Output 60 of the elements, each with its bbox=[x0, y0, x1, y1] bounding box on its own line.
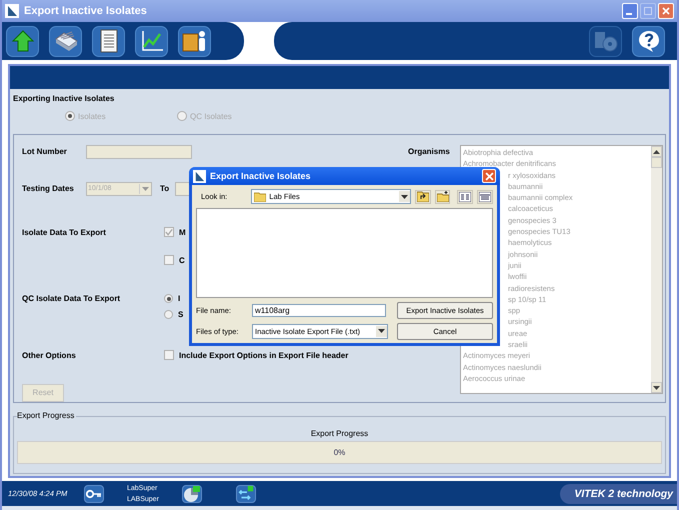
field-label: QC Isolate Data To Export bbox=[22, 294, 122, 304]
option-label: M bbox=[179, 228, 186, 236]
new-folder-icon bbox=[436, 191, 449, 202]
sync-button[interactable] bbox=[236, 484, 256, 502]
list-view-icon bbox=[459, 192, 472, 202]
folder-person-icon bbox=[182, 29, 208, 53]
option-label: I bbox=[178, 294, 180, 304]
disc-icon bbox=[592, 29, 618, 53]
key-icon bbox=[86, 488, 102, 498]
down-arrow-icon bbox=[653, 386, 660, 390]
caret-icon bbox=[142, 186, 149, 191]
folder-up-icon bbox=[416, 191, 429, 202]
brand-label: VITEK 2 technology bbox=[560, 484, 677, 504]
progress-reading: 0% bbox=[334, 448, 346, 457]
list-view-button[interactable] bbox=[457, 190, 474, 204]
arrows-icon bbox=[237, 484, 255, 502]
field-label: Other Options bbox=[22, 350, 77, 360]
app-icon bbox=[5, 4, 19, 18]
new-folder-button[interactable] bbox=[434, 190, 450, 204]
toolbar-button[interactable] bbox=[92, 26, 125, 56]
field-label: To bbox=[160, 184, 170, 194]
option-label: Include Export Options in Export File header bbox=[179, 350, 348, 360]
file-name-field[interactable]: w1108arg bbox=[252, 304, 386, 316]
field-label: Lot Number bbox=[22, 147, 68, 156]
card-file-icon bbox=[52, 29, 78, 53]
close-button[interactable] bbox=[482, 169, 496, 183]
toolbar-button[interactable] bbox=[632, 26, 665, 56]
close-icon bbox=[662, 7, 670, 15]
caret-icon bbox=[400, 194, 408, 198]
up-folder-button[interactable] bbox=[414, 190, 431, 204]
document-icon bbox=[98, 29, 118, 53]
minimize-button[interactable] bbox=[622, 3, 638, 19]
app-icon bbox=[193, 170, 206, 182]
chart-icon bbox=[140, 29, 164, 53]
close-button[interactable] bbox=[658, 3, 674, 19]
up-arrow-icon bbox=[653, 150, 660, 154]
option-label: C bbox=[179, 256, 185, 265]
window-title: Export Inactive Isolates bbox=[24, 5, 147, 17]
login-button[interactable] bbox=[84, 484, 104, 502]
dialog-title: Export Inactive Isolates bbox=[210, 171, 311, 181]
help-icon bbox=[636, 29, 660, 53]
scrollbar[interactable] bbox=[651, 146, 662, 393]
details-view-icon bbox=[479, 192, 492, 202]
scrollbar-thumb[interactable] bbox=[651, 157, 662, 168]
section-title: Exporting Inactive Isolates bbox=[13, 94, 116, 103]
field-label: Testing Dates bbox=[22, 184, 75, 194]
details-view-button[interactable] bbox=[477, 190, 493, 204]
field-label: Organisms bbox=[408, 147, 451, 156]
option-label: S bbox=[178, 310, 184, 320]
maximize-icon bbox=[644, 7, 652, 15]
folder-icon bbox=[254, 192, 266, 202]
toolbar-button[interactable] bbox=[6, 26, 39, 56]
toolbar-button[interactable] bbox=[49, 26, 82, 56]
progress-label: Export Progress bbox=[310, 429, 368, 438]
group-title: Export Progress bbox=[17, 411, 76, 420]
caret-icon bbox=[378, 329, 385, 333]
house-icon bbox=[10, 29, 34, 53]
field-label: Isolate Data To Export bbox=[22, 228, 107, 236]
toolbar-button[interactable] bbox=[178, 26, 211, 56]
toolbar-button[interactable] bbox=[135, 26, 168, 56]
